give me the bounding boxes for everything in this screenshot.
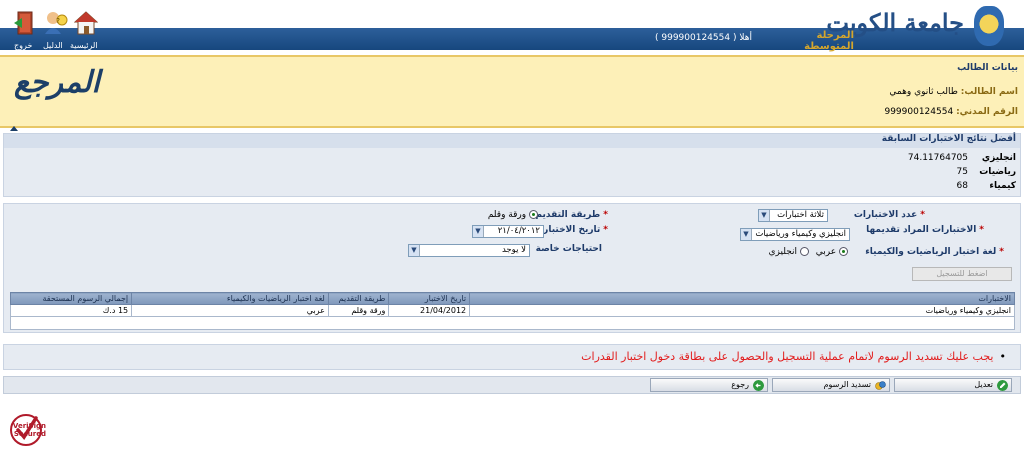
verisign-line2: Secured xyxy=(14,430,46,438)
num-tests-select[interactable]: ثلاثة اختبارات ▼ xyxy=(758,209,828,222)
result-subject: انجليزي xyxy=(981,153,1016,163)
logout-door-icon[interactable] xyxy=(14,10,38,36)
table-row: انجليزي وكيمياء ورياضيات 21/04/2012 ورقة… xyxy=(9,304,1015,317)
radio-paper[interactable] xyxy=(529,210,538,219)
civil-id-value: 999900124554 xyxy=(884,107,954,117)
chevron-down-icon: ▼ xyxy=(409,245,420,256)
tests-select[interactable]: انجليزي وكيمياء ورياضيات ▼ xyxy=(740,228,850,241)
previous-results-title: أفضل نتائج الاختبارات السابقة xyxy=(4,134,1020,148)
svg-text:?: ? xyxy=(56,17,60,25)
student-name-value: طالب ثانوي وهمي xyxy=(889,87,958,97)
registration-form: *عدد الاختبارات ثلاثة اختبارات ▼ *الاختبا… xyxy=(3,203,1021,333)
nav-home-label[interactable]: الرئيسية xyxy=(70,41,98,50)
special-needs-select[interactable]: لا يوجد ▼ xyxy=(408,244,530,257)
date-label: *تاريخ الاختبار xyxy=(543,225,608,235)
previous-results-panel: أفضل نتائج الاختبارات السابقة انجليزي 74… xyxy=(3,133,1021,197)
method-label: *طريقة التقديم xyxy=(535,210,609,220)
cell-lang: عربي xyxy=(131,304,329,317)
home-icon[interactable] xyxy=(74,10,98,36)
bullet-icon: • xyxy=(999,350,1007,363)
result-score: 68 xyxy=(956,181,968,191)
col-lang: لغة اختبار الرياضيات والكيمياء xyxy=(131,292,329,305)
logo-subname: المرحلة المتوسطة xyxy=(804,30,854,52)
university-emblem-icon xyxy=(974,6,1004,46)
register-button[interactable]: اضغط للتسجيل xyxy=(912,267,1012,281)
radio-arabic[interactable] xyxy=(839,247,848,256)
nav-guide-label[interactable]: الدليل xyxy=(43,41,63,50)
radio-english[interactable] xyxy=(799,247,809,256)
method-radio-group: ورقة وقلم xyxy=(488,210,538,220)
back-arrow-icon xyxy=(753,380,764,391)
chevron-down-icon: ▼ xyxy=(759,210,770,221)
cell-method: ورقة وقلم xyxy=(327,304,390,317)
welcome-text: أهلا ( 999900124554 ) xyxy=(655,33,752,43)
special-needs-label: احتياجات خاصة xyxy=(535,244,602,254)
edit-button[interactable]: تعديل xyxy=(894,378,1012,392)
university-logo[interactable]: جامعة الكويت المرحلة المتوسطة xyxy=(784,6,1004,52)
page: جامعة الكويت المرحلة المتوسطة أهلا ( 999… xyxy=(0,0,1024,450)
verisign-line1: VeriSign xyxy=(13,422,46,430)
student-name-row: اسم الطالب: طالب ثانوي وهمي xyxy=(889,87,1018,97)
guide-icon[interactable]: ? xyxy=(44,10,68,36)
radio-english-label: انجليزي xyxy=(768,247,798,257)
marja-logo: المرجع xyxy=(14,65,100,100)
edit-pencil-icon xyxy=(997,380,1008,391)
result-score: 75 xyxy=(956,167,968,177)
pay-fees-button[interactable]: تسديد الرسوم xyxy=(772,378,890,392)
col-date: تاريخ الاختبار xyxy=(388,292,471,305)
lang-radio-group: عربي انجليزي xyxy=(768,247,848,257)
result-score: 74.11764705 xyxy=(907,153,968,163)
student-info-panel: بيانات الطالب اسم الطالب: طالب ثانوي وهم… xyxy=(0,55,1024,128)
col-method: طريقة التقديم xyxy=(327,292,390,305)
radio-arabic-label: عربي xyxy=(815,247,837,257)
result-subject: كيمياء xyxy=(989,181,1016,191)
table-row-empty xyxy=(10,316,1015,330)
col-tests: الاختبارات xyxy=(469,292,1015,305)
result-subject: رياضيات xyxy=(979,167,1016,177)
cell-date: 21/04/2012 xyxy=(388,304,471,317)
lang-label: *لغة اختبار الرياضيات والكيمياء xyxy=(865,247,1004,257)
civil-id-label: الرقم المدني: xyxy=(956,107,1018,117)
summary-table: الاختبارات تاريخ الاختبار طريقة التقديم … xyxy=(9,292,1015,330)
student-info-title: بيانات الطالب xyxy=(957,63,1018,73)
col-fees: إجمالي الرسوم المستحقة xyxy=(9,292,133,305)
chevron-down-icon: ▼ xyxy=(473,226,484,237)
student-name-label: اسم الطالب: xyxy=(960,87,1018,97)
num-tests-label: *عدد الاختبارات xyxy=(853,210,925,220)
cell-tests: انجليزي وكيمياء ورياضيات xyxy=(469,304,1015,317)
chevron-down-icon: ▼ xyxy=(741,229,752,240)
back-button[interactable]: رجوع xyxy=(650,378,768,392)
verisign-seal[interactable]: VeriSign Secured xyxy=(8,408,88,448)
student-civil-row: الرقم المدني: 999900124554 xyxy=(884,107,1018,117)
top-nav: ? الرئيسية الدليل خروج xyxy=(10,8,105,52)
cell-fees: 15 د.ك xyxy=(9,304,133,317)
radio-paper-label: ورقة وقلم xyxy=(487,210,527,220)
header: جامعة الكويت المرحلة المتوسطة أهلا ( 999… xyxy=(0,0,1024,55)
collapse-arrow-icon[interactable] xyxy=(10,126,18,131)
date-select[interactable]: ٢١/٠٤/٢٠١٢ ▼ xyxy=(472,225,544,238)
notice-panel: •يجب عليك تسديد الرسوم لاتمام عملية التس… xyxy=(3,344,1021,370)
fee-notice: •يجب عليك تسديد الرسوم لاتمام عملية التس… xyxy=(581,350,1006,363)
action-bar: تعديل تسديد الرسوم رجوع xyxy=(3,376,1021,394)
coins-icon xyxy=(875,381,886,390)
nav-logout-label[interactable]: خروج xyxy=(14,41,32,50)
tests-label: *الاختبارات المراد تقديمها xyxy=(866,225,984,235)
